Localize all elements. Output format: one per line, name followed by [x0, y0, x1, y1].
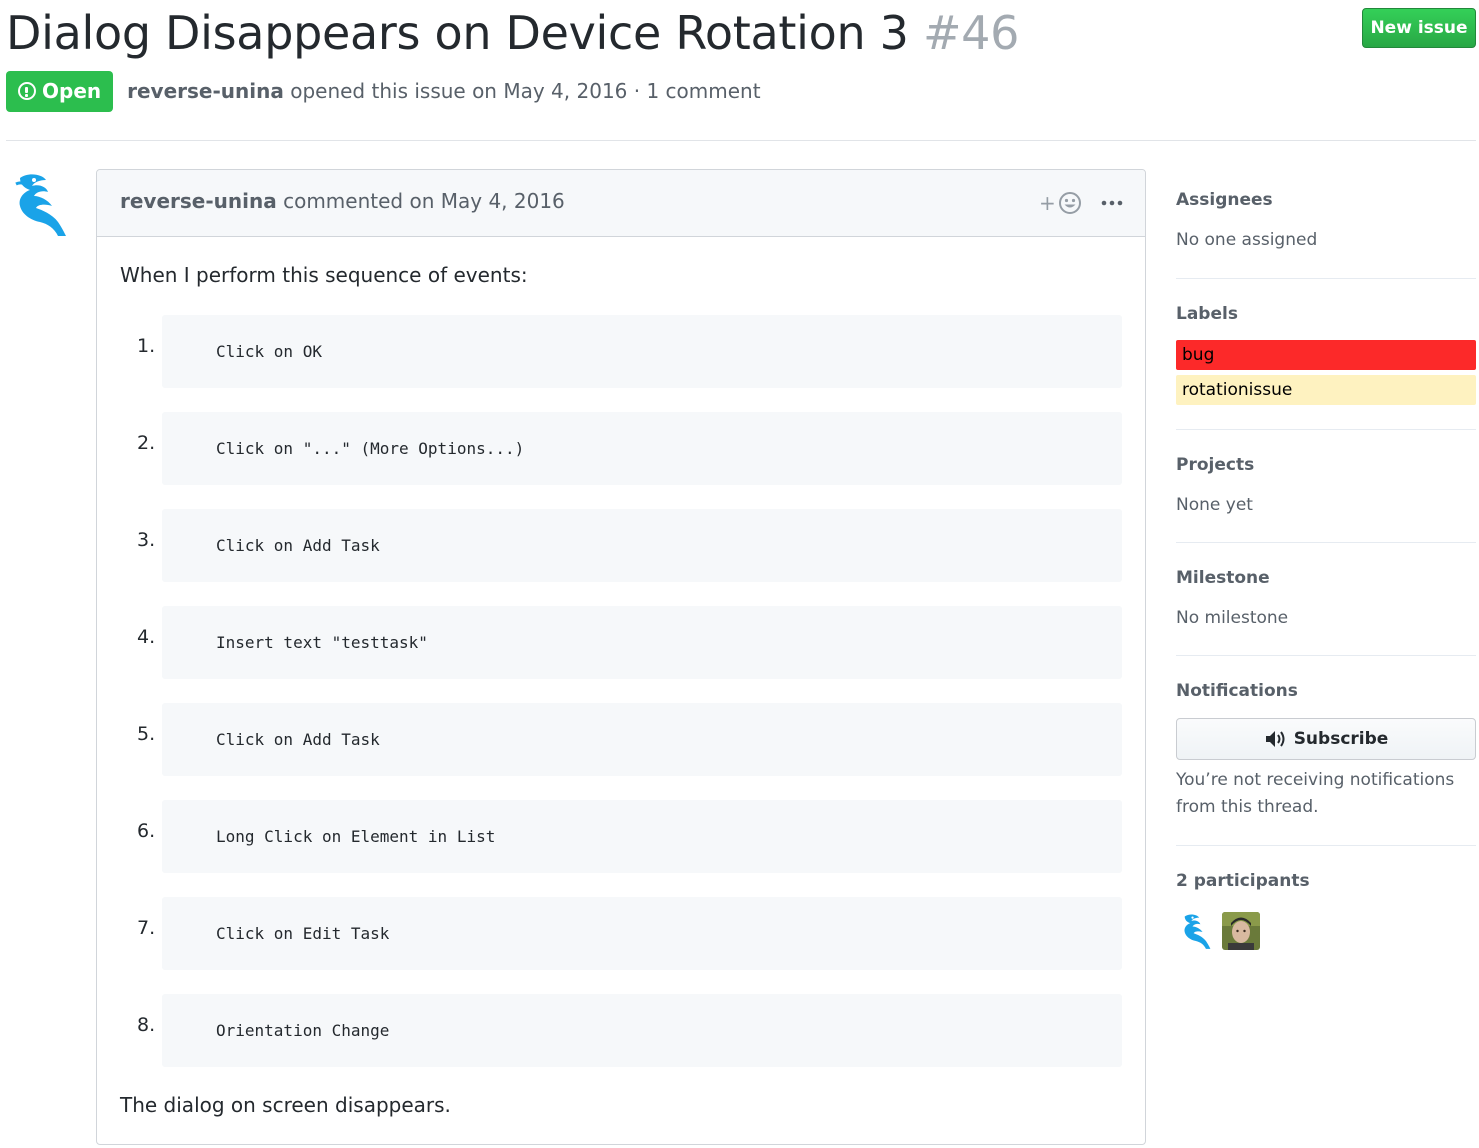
code-block: Click on Add Task	[162, 703, 1122, 776]
issue-opened-icon	[18, 82, 36, 100]
list-item: 3. Click on Add Task	[97, 509, 1145, 606]
comment-date[interactable]: commented on May 4, 2016	[283, 189, 565, 213]
participants-section: 2 participants	[1176, 846, 1476, 966]
state-badge: Open	[6, 70, 114, 112]
add-reaction-button[interactable]: +	[1039, 190, 1085, 216]
issue-meta: Open reverse-unina opened this issue on …	[6, 70, 906, 112]
unmute-icon	[1265, 731, 1285, 747]
more-options-button[interactable]	[1100, 190, 1124, 216]
issue-page: Dialog Disappears on Device Rotation 3 #…	[0, 0, 1479, 1148]
assignees-section: Assignees No one assigned	[1176, 170, 1476, 279]
step-number: 8.	[137, 1014, 156, 1036]
plus-icon: +	[1039, 191, 1056, 215]
list-item: 6. Long Click on Element in List	[97, 800, 1145, 897]
meta-text: reverse-unina opened this issue on May 4…	[127, 79, 760, 103]
subscribe-button[interactable]: Subscribe	[1176, 718, 1476, 760]
participants-heading: 2 participants	[1176, 871, 1310, 891]
list-item: 1. Click on OK	[97, 315, 1145, 412]
step-number: 4.	[137, 626, 156, 648]
code-block: Click on Edit Task	[162, 897, 1122, 970]
smiley-icon	[1058, 192, 1081, 214]
code-block: Orientation Change	[162, 994, 1122, 1067]
participant-avatar[interactable]	[1222, 912, 1260, 950]
milestone-heading[interactable]: Milestone	[1176, 568, 1270, 588]
notifications-section: Notifications Subscribe You’re not recei…	[1176, 656, 1476, 846]
label-bug[interactable]: bug	[1176, 340, 1476, 370]
meta-rest: opened this issue on May 4, 2016 · 1 com…	[290, 79, 761, 103]
labels-section: Labels bug rotationissue	[1176, 279, 1476, 430]
state-label: Open	[42, 79, 102, 103]
new-issue-button[interactable]: New issue	[1362, 8, 1476, 48]
projects-heading[interactable]: Projects	[1176, 455, 1254, 475]
comment-outro: The dialog on screen disappears.	[120, 1093, 451, 1117]
header-divider	[6, 140, 1476, 141]
issue-number: #46	[922, 6, 1020, 60]
issue-author-link[interactable]: reverse-unina	[127, 79, 284, 103]
seahorse-avatar-icon	[15, 174, 66, 236]
step-number: 1.	[137, 335, 156, 357]
author-avatar[interactable]	[12, 170, 72, 238]
seahorse-avatar-icon	[1184, 914, 1211, 949]
labels-heading[interactable]: Labels	[1176, 304, 1238, 324]
notifications-heading: Notifications	[1176, 681, 1298, 701]
comment-box: reverse-unina commented on May 4, 2016 +	[96, 169, 1146, 1145]
code-block: Click on Add Task	[162, 509, 1122, 582]
kebab-horizontal-icon	[1101, 200, 1123, 206]
code-block: Click on "..." (More Options...)	[162, 412, 1122, 485]
participant-avatar[interactable]	[1178, 912, 1216, 950]
comment-header: reverse-unina commented on May 4, 2016 +	[97, 170, 1145, 237]
comment-author-link[interactable]: reverse-unina	[120, 189, 277, 213]
assignees-value: No one assigned	[1176, 230, 1318, 250]
step-number: 3.	[137, 529, 156, 551]
code-block: Long Click on Element in List	[162, 800, 1122, 873]
notifications-line-1: You’re not receiving notifications	[1176, 770, 1455, 790]
list-item: 7. Click on Edit Task	[97, 897, 1145, 994]
issue-title-text: Dialog Disappears on Device Rotation 3	[6, 6, 909, 60]
issue-header: Dialog Disappears on Device Rotation 3 #…	[6, 4, 1476, 64]
code-block: Click on OK	[162, 315, 1122, 388]
list-item: 2. Click on "..." (More Options...)	[97, 412, 1145, 509]
list-item: 4. Insert text "testtask"	[97, 606, 1145, 703]
list-item: 8. Orientation Change	[97, 994, 1145, 1091]
comment-header-text: reverse-unina commented on May 4, 2016	[120, 189, 565, 213]
assignees-heading[interactable]: Assignees	[1176, 190, 1273, 210]
step-number: 7.	[137, 917, 156, 939]
code-block: Insert text "testtask"	[162, 606, 1122, 679]
step-number: 5.	[137, 723, 156, 745]
list-item: 5. Click on Add Task	[97, 703, 1145, 800]
participants-list	[1178, 912, 1260, 950]
person-photo-avatar	[1222, 912, 1260, 950]
steps-list: 1. Click on OK 2. Click on "..." (More O…	[97, 315, 1145, 1091]
notifications-line-2: from this thread.	[1176, 797, 1319, 817]
issue-title: Dialog Disappears on Device Rotation 3 #…	[6, 4, 1019, 62]
projects-section: Projects None yet	[1176, 430, 1476, 543]
comment-intro: When I perform this sequence of events:	[120, 263, 528, 287]
milestone-value: No milestone	[1176, 608, 1289, 628]
milestone-section: Milestone No milestone	[1176, 543, 1476, 656]
subscribe-label: Subscribe	[1293, 729, 1389, 749]
projects-value: None yet	[1176, 495, 1253, 515]
issue-sidebar: Assignees No one assigned Labels bug rot…	[1176, 170, 1476, 966]
label-rotationissue[interactable]: rotationissue	[1176, 375, 1476, 405]
step-number: 6.	[137, 820, 156, 842]
step-number: 2.	[137, 432, 156, 454]
